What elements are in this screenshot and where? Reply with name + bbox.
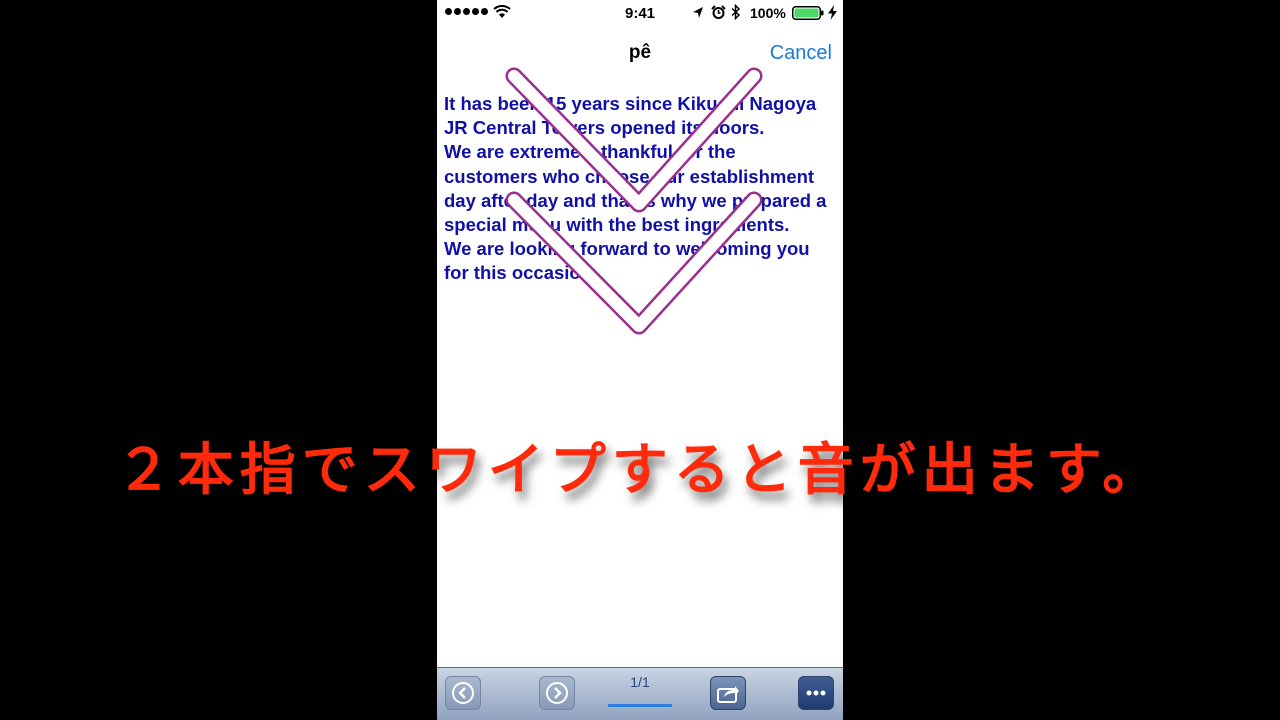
status-bar: 9:41 100% xyxy=(437,0,843,28)
cancel-button[interactable]: Cancel xyxy=(770,42,832,65)
bluetooth-icon xyxy=(731,4,741,20)
paragraph: We are looking forward to welcoming you … xyxy=(444,238,810,284)
more-button[interactable] xyxy=(798,676,834,710)
page-indicator: 1/1 xyxy=(630,674,650,690)
phone-screen: 9:41 100% pê Cancel It has been 15 years… xyxy=(437,0,843,720)
document-text: It has been 15 years since Kikuchi Nagoy… xyxy=(444,92,834,286)
more-icon xyxy=(806,690,826,696)
previous-page-button[interactable] xyxy=(445,676,481,710)
share-button[interactable] xyxy=(710,676,746,710)
next-page-button[interactable] xyxy=(539,676,575,710)
battery-icon xyxy=(792,6,824,20)
charging-icon xyxy=(828,5,837,20)
video-frame: 9:41 100% pê Cancel It has been 15 years… xyxy=(0,0,1280,720)
paragraph: We are extremely thankful for the custom… xyxy=(444,141,827,236)
video-caption: ２本指でスワイプすると音が出ます。 xyxy=(115,438,1165,503)
prev-icon xyxy=(452,682,474,704)
bottom-toolbar: 1/1 xyxy=(437,667,843,720)
next-icon xyxy=(546,682,568,704)
page-progress-bar xyxy=(608,704,672,707)
location-icon xyxy=(693,7,703,18)
alarm-icon xyxy=(711,5,726,19)
share-icon xyxy=(717,686,739,703)
paragraph: It has been 15 years since Kikuchi Nagoy… xyxy=(444,93,817,139)
battery-percent: 100% xyxy=(750,5,786,21)
